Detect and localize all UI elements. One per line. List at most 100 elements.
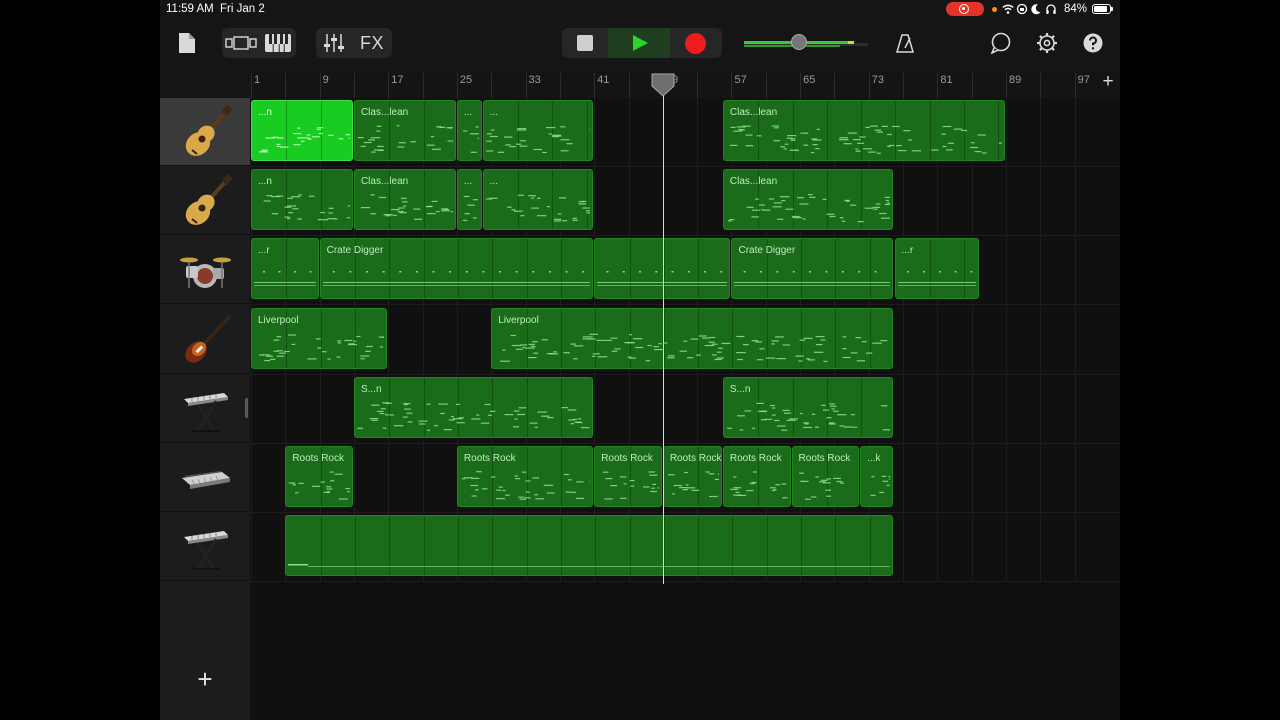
region[interactable]: S...n	[353, 376, 594, 438]
region-name: Roots Rock	[463, 453, 516, 464]
metronome-button[interactable]	[892, 28, 918, 58]
region[interactable]: Roots Rock	[662, 446, 722, 507]
help-button[interactable]	[1080, 28, 1106, 58]
ruler-tick	[525, 73, 527, 98]
status-time: 11:59 AM	[166, 3, 214, 15]
region[interactable]: Roots Rock	[722, 446, 791, 507]
track-header[interactable]	[160, 306, 250, 374]
playhead-handle[interactable]	[650, 73, 676, 97]
ruler-tick	[491, 73, 493, 98]
track-header-resize-handle[interactable]	[245, 398, 248, 418]
region[interactable]: Roots Rock	[285, 446, 353, 507]
ruler-tick	[456, 73, 458, 98]
midi-notes	[254, 188, 350, 228]
region[interactable]: Clas...lean	[353, 100, 456, 161]
region[interactable]: ...	[456, 100, 482, 161]
midi-notes	[357, 119, 453, 159]
ruler-tick	[800, 73, 802, 98]
region-name: ...n	[258, 176, 272, 188]
screen-recording-indicator[interactable]	[946, 2, 984, 16]
ruler-tick	[628, 73, 630, 98]
master-volume-slider[interactable]	[744, 34, 870, 50]
region[interactable]: ...k	[860, 446, 894, 507]
document-icon	[179, 33, 195, 53]
battery-percent: 84%	[1064, 3, 1088, 15]
my-songs-button[interactable]	[174, 28, 200, 58]
region-name: Roots Rock	[601, 453, 653, 464]
midi-notes	[288, 534, 891, 574]
region-name: ...k	[867, 453, 881, 464]
midi-notes	[597, 465, 659, 505]
region[interactable]: Clas...lean	[722, 100, 1006, 161]
stop-button[interactable]	[562, 28, 608, 58]
region[interactable]: Crate Digger	[731, 238, 894, 300]
region[interactable]: Crate Digger	[319, 238, 594, 300]
track-header[interactable]	[160, 167, 250, 236]
region[interactable]: Roots Rock	[594, 446, 662, 507]
midi-notes	[726, 465, 788, 505]
region[interactable]: Clas...lean	[353, 169, 456, 231]
transport-controls	[562, 28, 722, 58]
add-section-button[interactable]: +	[1100, 72, 1116, 91]
keyboard-icon	[265, 34, 291, 52]
settings-button[interactable]	[1034, 28, 1060, 58]
region-name: S...n	[729, 383, 751, 395]
fx-button[interactable]: FX	[354, 30, 390, 56]
midi-notes	[494, 327, 890, 367]
track-header[interactable]	[160, 513, 250, 582]
region[interactable]: ...n	[251, 100, 353, 161]
region[interactable]	[285, 515, 894, 577]
toolbar: FX	[160, 18, 1120, 70]
help-icon	[1083, 33, 1103, 53]
midi-notes	[485, 119, 591, 159]
region[interactable]: Liverpool	[251, 307, 388, 369]
region-name: ...	[489, 176, 498, 188]
volume-knob[interactable]	[791, 34, 808, 50]
region[interactable]: Roots Rock	[456, 446, 594, 507]
status-bar: 11:59 AM Fri Jan 2 84%	[160, 0, 1120, 18]
midi-notes	[288, 465, 350, 505]
region-name: Liverpool	[498, 314, 539, 326]
ruler-bar-label: 33	[528, 74, 541, 86]
lock-rotation-icon	[1016, 3, 1028, 15]
ruler-bar-label: 89	[1009, 74, 1022, 86]
loop-browser-button[interactable]	[988, 28, 1014, 58]
ruler-bar-label: 57	[734, 74, 747, 86]
region[interactable]: ...	[482, 100, 594, 161]
mixer-button[interactable]	[318, 30, 350, 56]
tracks-area[interactable]: ...n Clas...lean...... Clas...lean ...n Clas…	[250, 98, 1120, 720]
status-date: Fri Jan 2	[220, 3, 265, 15]
track-header[interactable]	[160, 375, 250, 443]
bar-ruler[interactable]: 191725334149576573818997	[250, 70, 1120, 99]
ruler-tick	[731, 73, 733, 98]
ruler-tick	[697, 73, 699, 98]
midi-notes	[726, 119, 1003, 159]
midi-notes	[726, 188, 891, 228]
region[interactable]: Liverpool	[491, 307, 894, 369]
record-button[interactable]	[670, 28, 722, 58]
track-header[interactable]	[160, 98, 250, 166]
region[interactable]: Roots Rock	[791, 446, 860, 507]
playhead-line	[662, 74, 664, 584]
play-button[interactable]	[608, 28, 670, 58]
midi-notes	[322, 257, 591, 297]
region[interactable]: ...n	[251, 169, 353, 231]
ruler-tick	[319, 73, 321, 98]
midi-notes	[254, 327, 385, 367]
midi-notes	[357, 188, 453, 228]
track-header[interactable]	[160, 444, 250, 512]
region[interactable]: ...	[456, 169, 482, 231]
track-header[interactable]	[160, 236, 250, 305]
add-track-button[interactable]: +	[194, 666, 216, 692]
region[interactable]: ...r	[251, 238, 319, 300]
tracks-view-button[interactable]	[224, 30, 258, 56]
instrument-view-button[interactable]	[262, 30, 294, 56]
ruler-bar-label: 65	[803, 74, 816, 86]
region[interactable]: ...r	[894, 238, 980, 300]
region[interactable]: ...	[482, 169, 594, 231]
ruler-bar-label: 9	[322, 74, 329, 86]
region[interactable]: S...n	[722, 376, 894, 438]
garageband-window: 11:59 AM Fri Jan 2 84% FX 1 9 17 25 33 4…	[160, 0, 1120, 720]
ruler-tick	[559, 73, 561, 98]
region[interactable]: Clas...lean	[722, 169, 894, 231]
